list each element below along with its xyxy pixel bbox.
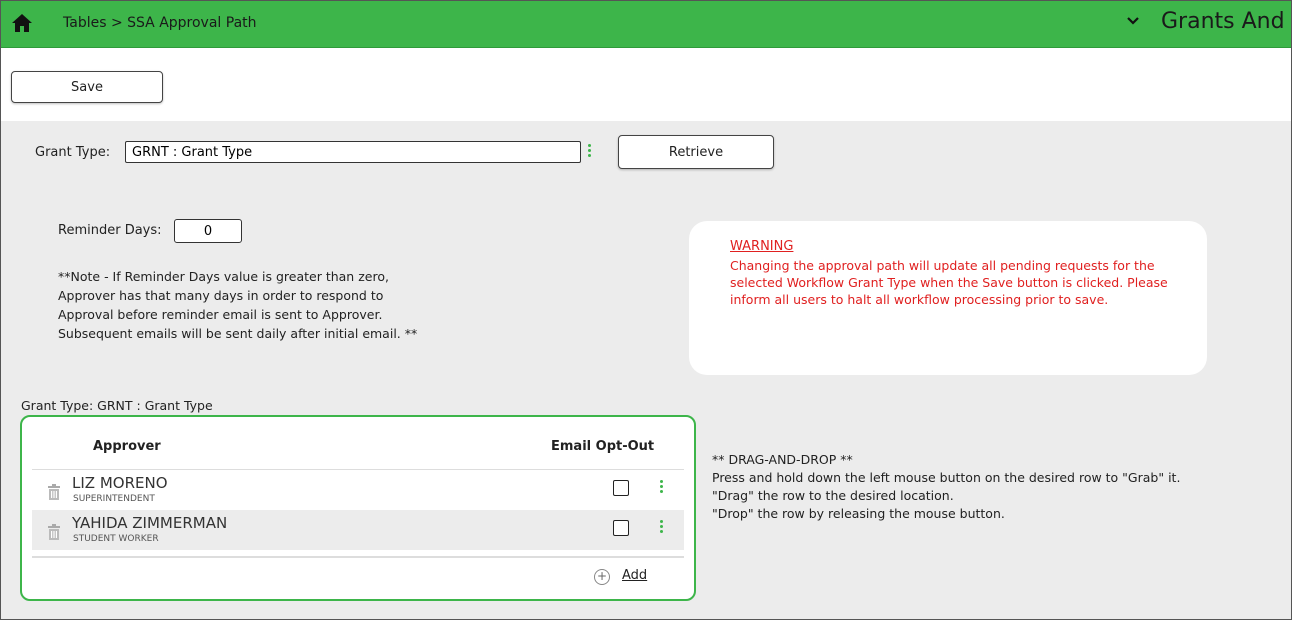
plus-circle-icon[interactable]: +: [594, 569, 610, 585]
dnd-title: ** DRAG-AND-DROP **: [712, 452, 853, 467]
retrieve-button[interactable]: Retrieve: [618, 135, 774, 169]
column-header-approver: Approver: [93, 439, 161, 454]
top-bar: Tables > SSA Approval Path Grants And Pr…: [1, 1, 1291, 48]
grant-type-input[interactable]: [125, 141, 581, 163]
trash-icon[interactable]: [48, 524, 60, 540]
table-row[interactable]: LIZ MORENO SUPERINTENDENT: [32, 469, 684, 510]
column-header-email-opt-out: Email Opt-Out: [551, 439, 655, 454]
warning-title: WARNING: [730, 239, 794, 254]
reminder-days-input[interactable]: [174, 219, 242, 243]
note-line: **Note - If Reminder Days value is great…: [58, 269, 389, 284]
warning-text: Changing the approval path will update a…: [730, 258, 1168, 307]
table-row[interactable]: YAHIDA ZIMMERMAN STUDENT WORKER: [32, 510, 684, 550]
warning-box: WARNING Changing the approval path will …: [689, 221, 1207, 375]
toolbar: Save: [1, 48, 1291, 120]
add-approver-link[interactable]: Add: [622, 568, 647, 583]
approver-role: STUDENT WORKER: [73, 534, 159, 544]
note-line: Subsequent emails will be sent daily aft…: [58, 326, 418, 341]
approver-role: SUPERINTENDENT: [73, 494, 155, 504]
app-title[interactable]: Grants And Projects: [1161, 9, 1291, 34]
save-button[interactable]: Save: [11, 71, 163, 103]
approver-list-caption: Grant Type: GRNT : Grant Type: [21, 398, 213, 413]
email-opt-out-checkbox[interactable]: [613, 480, 629, 496]
dnd-line: Press and hold down the left mouse butto…: [712, 470, 1181, 485]
breadcrumb: Tables > SSA Approval Path: [63, 15, 257, 31]
divider: [32, 556, 684, 558]
email-opt-out-checkbox[interactable]: [613, 520, 629, 536]
row-menu-icon[interactable]: [658, 520, 664, 536]
grant-type-lookup-icon[interactable]: [586, 144, 592, 160]
note-line: Approver has that many days in order to …: [58, 288, 384, 303]
main-content: Grant Type: Retrieve Reminder Days: **No…: [1, 121, 1291, 619]
app-window: Tables > SSA Approval Path Grants And Pr…: [0, 0, 1292, 620]
chevron-down-icon[interactable]: [1125, 13, 1141, 29]
dnd-line: "Drag" the row to the desired location.: [712, 488, 954, 503]
home-icon[interactable]: [11, 13, 33, 33]
approver-panel: Approver Email Opt-Out LIZ MORENO SUPERI…: [20, 415, 696, 601]
reminder-days-label: Reminder Days:: [58, 223, 162, 238]
reminder-note: **Note - If Reminder Days value is great…: [58, 267, 478, 343]
grant-type-label: Grant Type:: [35, 145, 111, 160]
trash-icon[interactable]: [48, 484, 60, 500]
row-menu-icon[interactable]: [658, 480, 664, 496]
dnd-line: "Drop" the row by releasing the mouse bu…: [712, 506, 1005, 521]
drag-and-drop-help: ** DRAG-AND-DROP ** Press and hold down …: [712, 451, 1272, 523]
approver-name: LIZ MORENO: [72, 474, 168, 492]
approver-name: YAHIDA ZIMMERMAN: [72, 514, 228, 532]
note-line: Approval before reminder email is sent t…: [58, 307, 383, 322]
